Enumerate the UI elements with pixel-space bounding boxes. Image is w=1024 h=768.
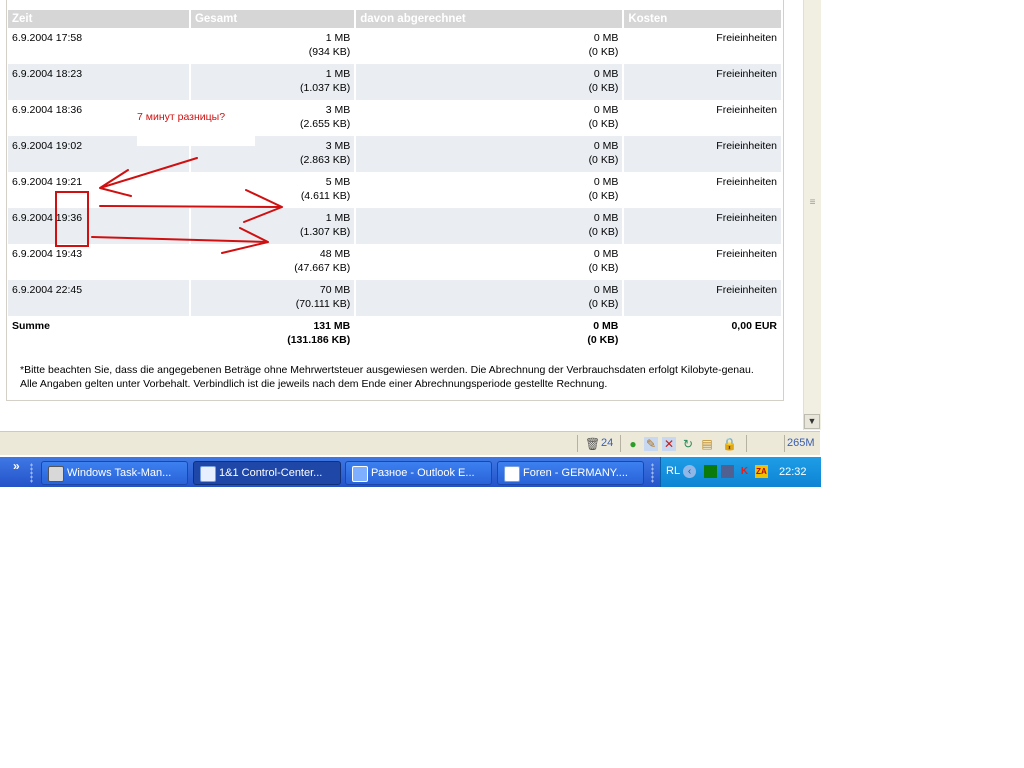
arrow-row-1943 <box>91 227 269 254</box>
browser-page-icon <box>200 466 216 482</box>
statusbar-separator <box>746 435 747 452</box>
task-manager-icon <box>48 466 64 482</box>
clock[interactable]: 22:32 <box>779 466 807 478</box>
collapse-tray-icon[interactable]: ‹ <box>683 465 696 478</box>
taskbar-grip[interactable] <box>651 463 654 483</box>
vertical-scrollbar[interactable]: ≡ ▼ <box>803 0 821 430</box>
taskbar-button-foren[interactable]: Foren - GERMANY.... <box>497 461 644 485</box>
block-popup-icon[interactable]: ✕ <box>662 437 676 451</box>
trash-count: 24 <box>601 437 614 449</box>
taskbar-button-label: Windows Task-Man... <box>67 467 172 479</box>
taskbar-grip[interactable] <box>30 463 33 483</box>
taskbar-button-task-manager[interactable]: Windows Task-Man... <box>41 461 188 485</box>
statusbar-separator <box>784 435 785 452</box>
refresh-icon[interactable]: ↻ <box>681 437 695 451</box>
taskbar-button-label: Foren - GERMANY.... <box>523 467 628 479</box>
system-tray: RL ‹ K ZA 22:32 <box>660 457 821 487</box>
taskbar-button-label: 1&1 Control-Center... <box>219 467 323 479</box>
memory-usage: 265M <box>787 437 815 449</box>
quicklaunch-chevron-icon[interactable]: » <box>13 459 20 473</box>
lock-icon[interactable]: 🔒 <box>722 437 737 451</box>
taskbar-button-outlook[interactable]: Разное - Outlook E... <box>345 461 492 485</box>
language-indicator[interactable]: RL <box>666 465 680 477</box>
statusbar-separator <box>577 435 578 452</box>
arrow-to-1921 <box>99 157 198 197</box>
monitor-icon[interactable] <box>721 465 734 478</box>
pen-icon[interactable]: ✎ <box>644 437 658 451</box>
zonealarm-icon[interactable]: ZA <box>755 465 768 478</box>
print-icon[interactable]: ▤ <box>700 437 714 451</box>
network-icon[interactable] <box>704 465 717 478</box>
globe-icon[interactable]: ● <box>626 437 640 451</box>
statusbar-separator <box>620 435 621 452</box>
taskbar-button-control-center[interactable]: 1&1 Control-Center... <box>193 461 341 485</box>
browser-statusbar: 🗑 24 ● ✎ ✕ ↻ ▤ 🔒 265M <box>0 431 820 455</box>
trash-icon[interactable]: 🗑 <box>585 437 600 451</box>
kaspersky-icon[interactable]: K <box>738 465 751 478</box>
outlook-express-icon <box>352 466 368 482</box>
annotation-arrows <box>91 157 283 254</box>
web-page-icon <box>504 466 520 482</box>
taskbar-button-label: Разное - Outlook E... <box>371 467 475 479</box>
browser-content: Zeit Gesamt davon abgerechnet Kosten 6.9… <box>0 0 803 430</box>
scroll-down-arrow-icon[interactable]: ▼ <box>804 414 820 429</box>
windows-taskbar: » Windows Task-Man... 1&1 Control-Center… <box>0 457 821 487</box>
scroll-grip-icon[interactable]: ≡ <box>806 197 819 209</box>
